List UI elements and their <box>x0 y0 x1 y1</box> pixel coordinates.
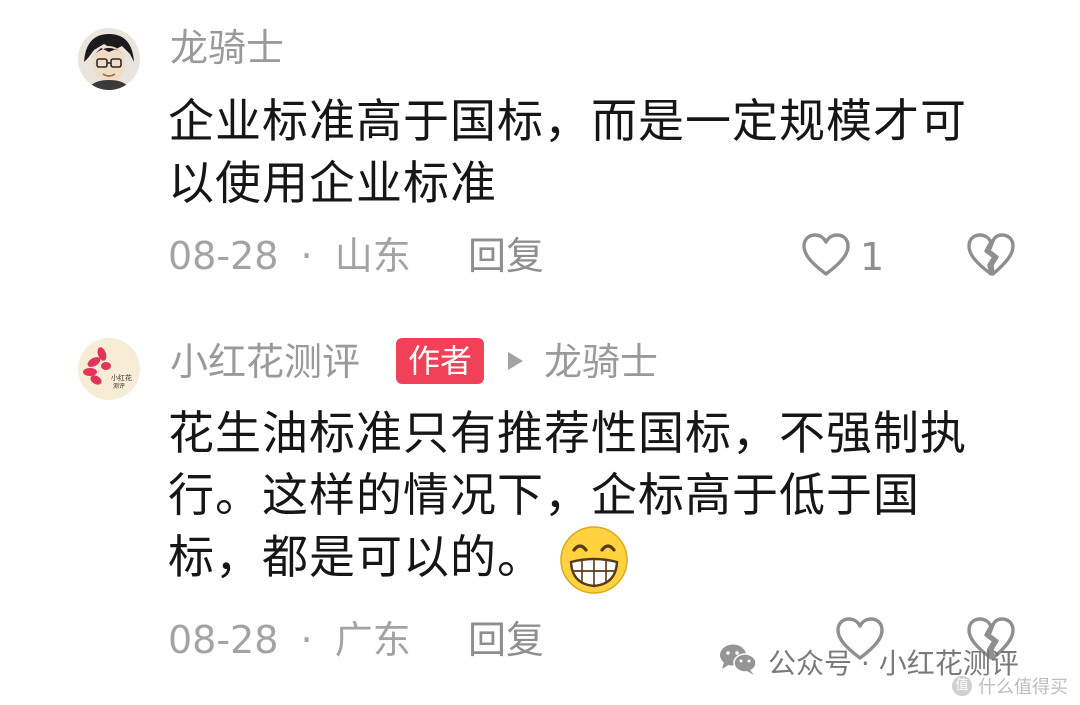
avatar-longqishi[interactable] <box>78 28 140 90</box>
svg-text:小红花: 小红花 <box>111 373 132 382</box>
reply-button[interactable]: 回复 <box>468 618 544 662</box>
site-watermark-text: 什么值得买 <box>978 677 1068 698</box>
comment-text-line: 行。这样的情况下，企标高于低于国 <box>168 468 920 522</box>
comment-date: 08-28 <box>168 618 279 662</box>
heart-icon <box>800 232 852 282</box>
like-count: 1 <box>860 235 885 279</box>
like-button[interactable]: 1 <box>800 232 900 282</box>
comment-location: 山东 <box>334 234 411 278</box>
comment-text: 企业标准高于国标，而是一定规模才可 以使用企业标准 <box>168 90 1018 214</box>
author-badge: 作者 <box>396 338 485 384</box>
comment-meta: 08-28 · 山东 <box>168 234 411 278</box>
reply-button[interactable]: 回复 <box>468 234 544 278</box>
comment-date: 08-28 <box>168 234 279 278</box>
grin-emoji-icon <box>558 524 630 596</box>
comment-text-line: 企业标准高于国标，而是一定规模才可 <box>168 94 967 148</box>
wechat-icon <box>718 642 758 683</box>
comment-location: 广东 <box>334 618 411 662</box>
reply-to-username[interactable]: 龙骑士 <box>544 340 658 384</box>
meta-separator: · <box>300 234 313 278</box>
site-watermark: 值 什么值得买 <box>952 673 1068 699</box>
avatar-xiaohonghua[interactable]: 小红花 测评 <box>78 338 140 400</box>
dislike-button[interactable] <box>965 232 1019 282</box>
comment-username[interactable]: 龙骑士 <box>170 26 284 70</box>
reply-arrow-icon <box>505 350 525 376</box>
meta-separator: · <box>300 618 313 662</box>
comment-username[interactable]: 小红花测评 <box>170 340 360 384</box>
svg-text:测评: 测评 <box>113 382 125 390</box>
comment-text-line: 花生油标准只有推荐性国标，不强制执 <box>168 406 967 460</box>
comment-text-line: 以使用企业标准 <box>168 156 497 210</box>
comment-meta: 08-28 · 广东 <box>168 618 411 662</box>
broken-heart-icon <box>965 233 1017 282</box>
smzdm-logo-icon: 值 <box>952 676 972 696</box>
